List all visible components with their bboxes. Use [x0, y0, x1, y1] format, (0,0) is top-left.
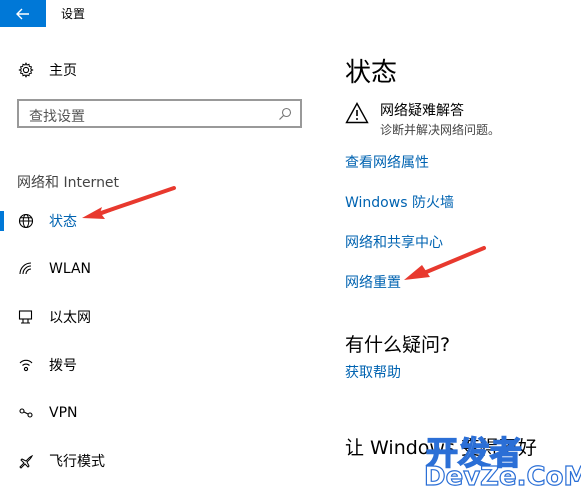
sidebar-item-label: 以太网 — [49, 310, 91, 326]
sidebar-item-label: WLAN — [49, 261, 92, 277]
sidebar-item-vpn[interactable]: VPN — [0, 393, 320, 433]
window-title: 设置 — [61, 7, 86, 21]
sidebar-item-label: VPN — [49, 405, 78, 421]
search-placeholder: 查找设置 — [29, 109, 85, 125]
gear-icon — [17, 61, 35, 79]
page-title: 状态 — [345, 58, 398, 88]
home-label: 主页 — [49, 63, 77, 79]
windows-firewall-link[interactable]: Windows 防火墙 — [345, 192, 454, 212]
sidebar-item-dialup[interactable]: 拨号 — [0, 345, 320, 385]
get-help-link[interactable]: 获取帮助 — [345, 362, 401, 382]
network-reset-link[interactable]: 网络重置 — [345, 272, 401, 292]
sidebar-item-label: 拨号 — [49, 358, 77, 374]
troubleshooter-desc: 诊断并解决网络问题。 — [380, 123, 501, 137]
troubleshooter[interactable]: 网络疑难解答 诊断并解决网络问题。 — [345, 100, 575, 140]
dialup-icon — [17, 356, 35, 374]
wifi-icon — [17, 260, 35, 278]
warning-icon — [345, 102, 369, 128]
sidebar-item-home[interactable]: 主页 — [0, 50, 320, 90]
sidebar-item-label: 飞行模式 — [49, 454, 105, 470]
vpn-icon — [17, 404, 35, 422]
sidebar-item-airplane[interactable]: 飞行模式 — [0, 441, 320, 481]
troubleshooter-title: 网络疑难解答 — [380, 103, 464, 119]
back-arrow-icon — [16, 8, 29, 19]
back-button[interactable] — [0, 0, 46, 27]
search-input[interactable]: 查找设置 — [17, 99, 302, 128]
ethernet-icon — [17, 308, 35, 326]
watermark-line2: DevZe.CoM — [423, 461, 581, 492]
group-label: 网络和 Internet — [17, 175, 120, 191]
sidebar-item-wlan[interactable]: WLAN — [0, 249, 320, 289]
sidebar-item-ethernet[interactable]: 以太网 — [0, 297, 320, 337]
sidebar-item-label: 状态 — [49, 214, 77, 230]
search-icon — [278, 106, 292, 125]
questions-heading: 有什么疑问? — [345, 334, 451, 356]
title-bar: 设置 — [0, 0, 581, 27]
selection-indicator — [0, 211, 4, 231]
airplane-icon — [17, 452, 35, 470]
view-network-properties-link[interactable]: 查看网络属性 — [345, 152, 429, 172]
watermark: 开发者 DevZe.CoM — [423, 428, 581, 498]
globe-icon — [17, 212, 35, 230]
network-sharing-center-link[interactable]: 网络和共享中心 — [345, 232, 443, 252]
sidebar-item-status[interactable]: 状态 — [0, 201, 320, 241]
